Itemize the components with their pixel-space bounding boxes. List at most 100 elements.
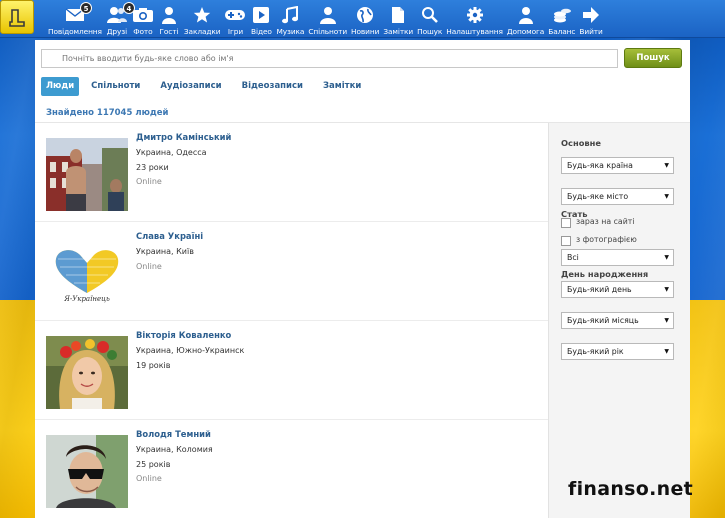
result-name[interactable]: Слава Україні — [136, 231, 203, 241]
city-select-value: Будь-яке місто — [567, 192, 629, 201]
country-select[interactable]: Будь-яка країна ▼ — [561, 157, 674, 174]
online-status: Online — [136, 262, 162, 271]
camera-icon — [132, 4, 154, 26]
birth-month-select[interactable]: Будь-який місяць ▼ — [561, 312, 674, 329]
nav-label: Пошук — [417, 27, 443, 36]
result-age: 23 роки — [136, 163, 169, 172]
nav-communities[interactable]: Спільноти — [306, 0, 349, 38]
online-now-checkbox[interactable] — [561, 218, 571, 228]
gender-select-value: Всі — [567, 253, 579, 262]
result-location: Украина, Київ — [136, 247, 194, 256]
avatar[interactable] — [46, 138, 128, 211]
note-icon — [387, 4, 409, 26]
result-location: Украина, Одесса — [136, 148, 207, 157]
tab-communities[interactable]: Спільноти — [83, 77, 148, 96]
nav-label: Допомога — [506, 27, 545, 36]
nav-label: Гості — [159, 27, 179, 36]
nav-photos[interactable]: Фото — [130, 0, 156, 38]
nav-news[interactable]: Новини — [349, 0, 381, 38]
birth-month-select-value: Будь-який місяць — [567, 316, 639, 325]
nav-search[interactable]: Пошук — [415, 0, 444, 38]
nav-label: Друзі — [106, 27, 128, 36]
avatar[interactable] — [46, 336, 128, 409]
messages-badge: 5 — [80, 2, 92, 14]
result-name[interactable]: Володя Темний — [136, 429, 211, 439]
tab-audio[interactable]: Аудіозаписи — [152, 77, 229, 96]
exit-arrow-icon — [580, 4, 602, 26]
gender-select[interactable]: Всі ▼ — [561, 249, 674, 266]
gamepad-icon — [224, 4, 246, 26]
with-photo-checkbox[interactable] — [561, 236, 571, 246]
search-button[interactable]: Пошук — [624, 48, 682, 68]
nav-help[interactable]: Допомога — [505, 0, 546, 38]
chevron-down-icon: ▼ — [664, 348, 669, 355]
top-navigation-bar: 5 Повідомлення 4 Друзі Фото Гості Заклад… — [0, 0, 725, 38]
nav-label: Спільноти — [308, 27, 348, 36]
nav-label: Ігри — [227, 27, 244, 36]
nav-video[interactable]: Відео — [248, 0, 274, 38]
chevron-down-icon: ▼ — [664, 254, 669, 261]
guest-icon — [158, 4, 180, 26]
result-name[interactable]: Дмитро Камінський — [136, 132, 231, 142]
country-select-value: Будь-яка країна — [567, 161, 633, 170]
magnifier-icon — [419, 4, 441, 26]
list-item: Я-Українець Слава Україні Украина, Київ … — [35, 222, 548, 321]
search-page-panel: Пошук Люди Спільноти Аудіозаписи Відеоза… — [35, 40, 690, 518]
nav-friends[interactable]: 4 Друзі — [104, 0, 135, 38]
nav-label: Замітки — [383, 27, 414, 36]
birth-day-select[interactable]: Будь-який день ▼ — [561, 281, 674, 298]
birth-year-select[interactable]: Будь-який рік ▼ — [561, 343, 674, 360]
chevron-down-icon: ▼ — [664, 162, 669, 169]
nav-label: Вийти — [579, 27, 603, 36]
result-age: 25 років — [136, 460, 171, 469]
star-icon — [191, 4, 213, 26]
site-logo[interactable] — [0, 0, 34, 34]
search-input[interactable] — [41, 49, 618, 68]
nav-games[interactable]: Ігри — [222, 0, 248, 38]
chevron-down-icon: ▼ — [664, 193, 669, 200]
nav-logout[interactable]: Вийти — [577, 0, 604, 38]
chevron-down-icon: ▼ — [664, 317, 669, 324]
logo-glyph-icon — [9, 9, 25, 27]
play-icon — [250, 4, 272, 26]
search-tabs: Люди Спільноти Аудіозаписи Відеозаписи З… — [41, 77, 373, 96]
tab-people[interactable]: Люди — [41, 77, 80, 96]
nav-label: Баланс — [548, 27, 576, 36]
filters-main-heading: Основне — [561, 138, 602, 148]
online-now-label: зараз на сайті — [576, 217, 635, 226]
result-name[interactable]: Вікторія Коваленко — [136, 330, 231, 340]
results-count: Знайдено 117045 людей — [46, 108, 169, 118]
tab-videos[interactable]: Відеозаписи — [234, 77, 311, 96]
list-item: Володя Темний Украина, Коломия 25 років … — [35, 420, 548, 518]
nav-notes[interactable]: Замітки — [381, 0, 415, 38]
main-nav: 5 Повідомлення 4 Друзі Фото Гості Заклад… — [46, 0, 605, 38]
results-list: Дмитро Камінський Украина, Одесса 23 рок… — [35, 123, 548, 518]
nav-label: Музика — [276, 27, 305, 36]
community-icon — [317, 4, 339, 26]
nav-bookmarks[interactable]: Закладки — [182, 0, 223, 38]
city-select[interactable]: Будь-яке місто ▼ — [561, 188, 674, 205]
avatar-caption: Я-Українець — [64, 295, 110, 303]
help-icon — [515, 4, 537, 26]
nav-settings[interactable]: Налаштування — [444, 0, 505, 38]
globe-icon — [354, 4, 376, 26]
nav-messages[interactable]: 5 Повідомлення — [46, 0, 104, 38]
music-note-icon — [279, 4, 301, 26]
nav-label: Закладки — [183, 27, 221, 36]
tab-notes[interactable]: Замітки — [315, 77, 369, 96]
avatar[interactable] — [46, 435, 128, 508]
nav-music[interactable]: Музика — [274, 0, 306, 38]
birthday-heading: День народження — [561, 269, 649, 279]
birth-year-select-value: Будь-який рік — [567, 347, 624, 356]
online-status: Online — [136, 177, 162, 186]
nav-label: Новини — [351, 27, 380, 36]
result-location: Украина, Коломия — [136, 445, 213, 454]
gear-icon — [464, 4, 486, 26]
list-item: Вікторія Коваленко Украина, Южно-Украинс… — [35, 321, 548, 420]
nav-guests[interactable]: Гості — [156, 0, 182, 38]
result-location: Украина, Южно-Украинск — [136, 346, 245, 355]
nav-balance[interactable]: Баланс — [546, 0, 577, 38]
avatar[interactable]: Я-Українець — [46, 237, 128, 310]
online-status: Online — [136, 474, 162, 483]
nav-label: Повідомлення — [48, 27, 102, 36]
